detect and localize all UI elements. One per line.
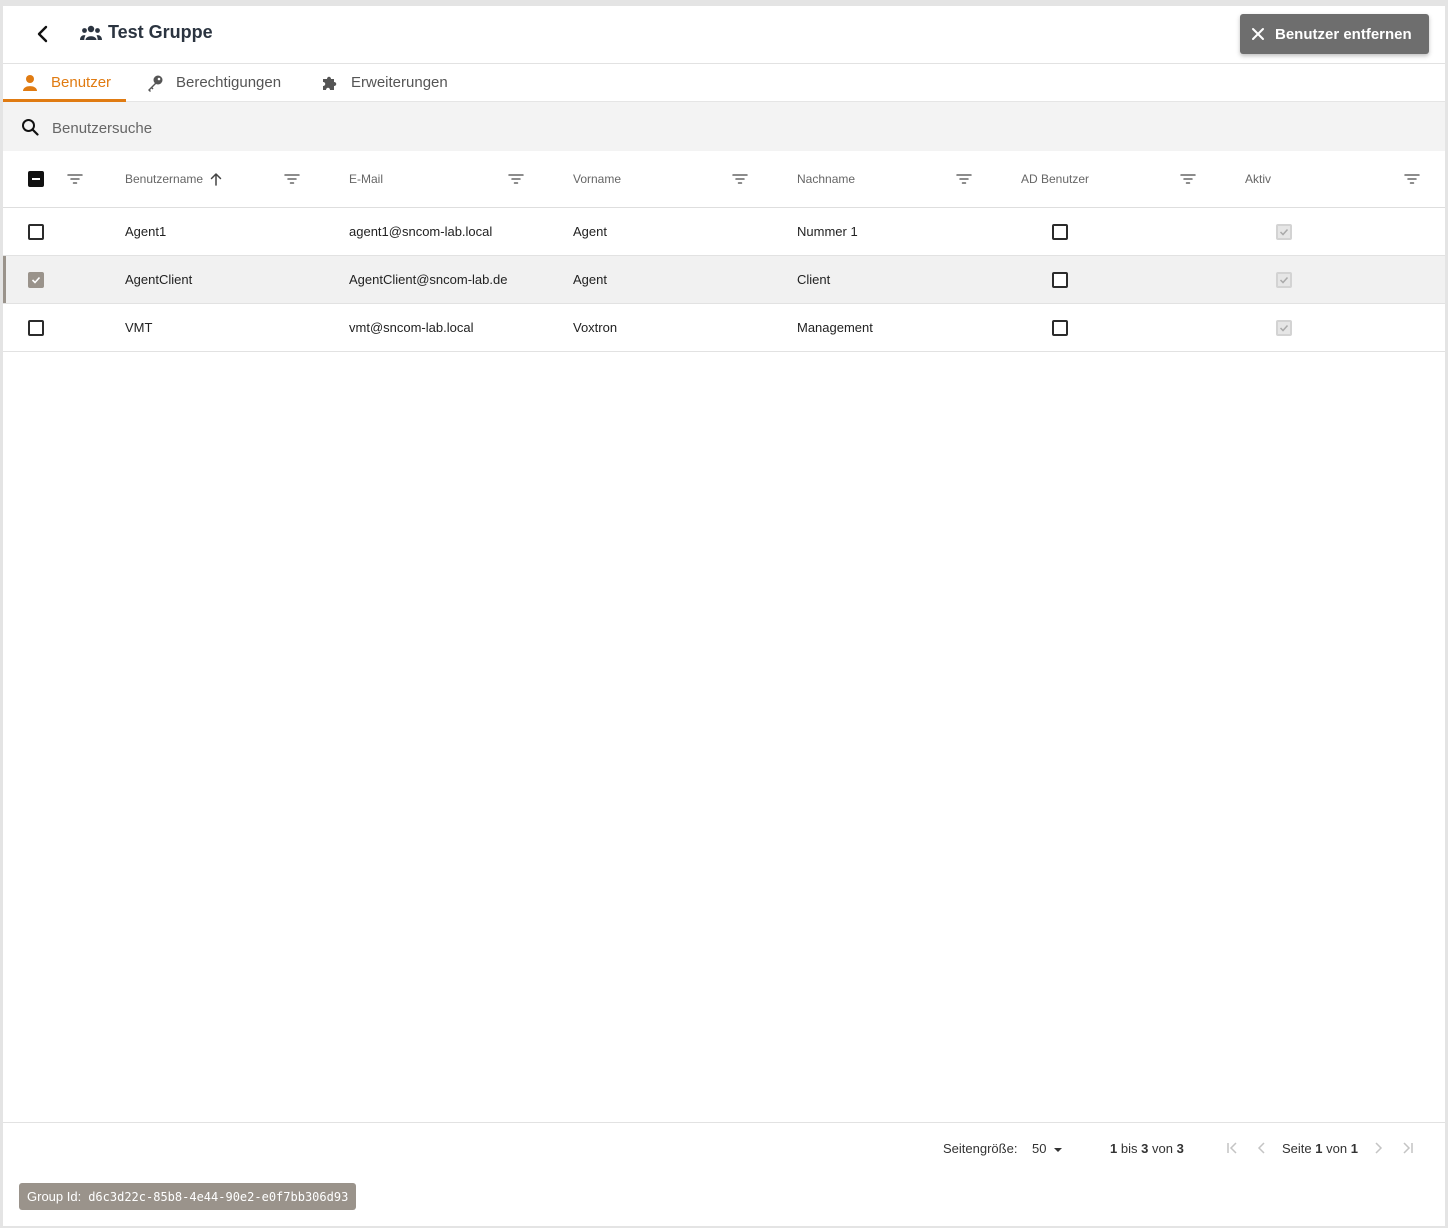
page-current: 1 xyxy=(1315,1141,1323,1156)
pagination-bar: Seitengröße: 50 1 bis 3 von 3 Seite 1 vo… xyxy=(3,1122,1445,1227)
page-label: Seite xyxy=(1282,1141,1312,1156)
column-header-active[interactable]: Aktiv xyxy=(1245,151,1271,207)
page-total: 1 xyxy=(1350,1141,1358,1156)
column-label: Benutzername xyxy=(125,172,204,186)
ad-user-checkbox[interactable] xyxy=(1052,320,1068,336)
range-to: 3 xyxy=(1141,1141,1149,1156)
table-header: Benutzername E-Mail Vorname Nachname AD … xyxy=(3,151,1445,208)
last-page-icon[interactable] xyxy=(1401,1141,1415,1155)
tab-benutzer[interactable]: Benutzer xyxy=(3,64,127,102)
key-icon xyxy=(148,75,163,92)
filter-icon[interactable] xyxy=(508,171,524,187)
tab-bar: Benutzer Berechtigungen Erweiterungen xyxy=(3,64,1445,102)
ad-user-checkbox[interactable] xyxy=(1052,224,1068,240)
row-select-checkbox[interactable] xyxy=(28,320,44,336)
row-select-checkbox[interactable] xyxy=(28,224,44,240)
column-label: Nachname xyxy=(797,172,856,186)
filter-icon[interactable] xyxy=(67,171,83,187)
active-checkbox xyxy=(1276,272,1292,288)
app-frame: Test Gruppe Benutzer entfernen Benutzer … xyxy=(3,6,1445,1226)
cell-email: AgentClient@sncom-lab.de xyxy=(349,272,508,287)
page-size-label: Seitengröße: xyxy=(943,1141,1018,1156)
back-arrow-icon[interactable] xyxy=(31,22,55,46)
first-page-icon[interactable] xyxy=(1225,1141,1239,1155)
select-all-checkbox[interactable] xyxy=(28,171,44,187)
check-icon xyxy=(1279,324,1289,332)
remove-user-label: Benutzer entfernen xyxy=(1275,25,1412,43)
cell-username: VMT xyxy=(125,320,153,335)
range-sep: von xyxy=(1151,1141,1173,1156)
table-row[interactable]: AgentClient AgentClient@sncom-lab.de Age… xyxy=(3,256,1445,304)
active-checkbox xyxy=(1276,224,1292,240)
column-label: Vorname xyxy=(573,172,622,186)
search-icon xyxy=(22,119,39,136)
puzzle-icon xyxy=(323,76,337,90)
page-range: 1 bis 3 von 3 xyxy=(1110,1141,1184,1156)
column-header-ad-user[interactable]: AD Benutzer xyxy=(1021,151,1089,207)
active-checkbox xyxy=(1276,320,1292,336)
cell-email: vmt@sncom-lab.local xyxy=(349,320,474,335)
page-title: Test Gruppe xyxy=(108,22,213,42)
cell-email: agent1@sncom-lab.local xyxy=(349,224,493,239)
filter-icon[interactable] xyxy=(1180,171,1196,187)
cell-lastname: Client xyxy=(797,272,831,287)
cell-firstname: Agent xyxy=(573,224,607,239)
caret-down-icon xyxy=(1054,1147,1063,1152)
previous-page-icon[interactable] xyxy=(1255,1141,1269,1155)
page-indicator: Seite 1 von 1 xyxy=(1282,1141,1358,1156)
column-header-email[interactable]: E-Mail xyxy=(349,151,383,207)
check-icon xyxy=(1279,276,1289,284)
column-header-lastname[interactable]: Nachname xyxy=(797,151,855,207)
group-id-badge: Group Id: d6c3d22c-85b8-4e44-90e2-e0f7bb… xyxy=(19,1183,357,1210)
range-total: 3 xyxy=(1176,1141,1184,1156)
table-row[interactable]: Agent1 agent1@sncom-lab.local Agent Numm… xyxy=(3,208,1445,256)
person-icon xyxy=(23,74,37,91)
check-icon xyxy=(31,276,41,284)
filter-icon[interactable] xyxy=(284,171,300,187)
range-sep: bis xyxy=(1120,1141,1138,1156)
page-size-select[interactable]: 50 xyxy=(1032,1141,1063,1156)
cell-username: AgentClient xyxy=(125,272,193,287)
tab-berechtigungen[interactable]: Berechtigungen xyxy=(146,64,281,101)
page-size-value: 50 xyxy=(1032,1141,1047,1156)
page-of: von xyxy=(1326,1141,1348,1156)
column-header-firstname[interactable]: Vorname xyxy=(573,151,621,207)
table-row[interactable]: VMT vmt@sncom-lab.local Voxtron Manageme… xyxy=(3,304,1445,352)
cell-username: Agent1 xyxy=(125,224,167,239)
group-icon xyxy=(80,25,102,40)
column-label: E-Mail xyxy=(349,172,384,186)
cell-lastname: Nummer 1 xyxy=(797,224,858,239)
ad-user-checkbox[interactable] xyxy=(1052,272,1068,288)
tab-erweiterungen[interactable]: Erweiterungen xyxy=(321,64,448,101)
filter-icon[interactable] xyxy=(956,171,972,187)
row-select-checkbox[interactable] xyxy=(28,272,44,288)
filter-icon[interactable] xyxy=(732,171,748,187)
group-id-value: d6c3d22c-85b8-4e44-90e2-e0f7bb306d93 xyxy=(88,1189,349,1204)
tab-label: Erweiterungen xyxy=(351,74,448,91)
close-icon xyxy=(1252,28,1264,40)
group-id-label: Group Id: xyxy=(27,1189,82,1204)
cell-lastname: Management xyxy=(797,320,873,335)
search-bar xyxy=(3,102,1445,151)
top-bar: Test Gruppe Benutzer entfernen xyxy=(3,6,1445,64)
column-header-username[interactable]: Benutzername xyxy=(125,151,223,207)
cell-firstname: Agent xyxy=(573,272,607,287)
check-icon xyxy=(1279,228,1289,236)
range-from: 1 xyxy=(1110,1141,1118,1156)
search-input[interactable] xyxy=(50,114,654,142)
next-page-icon[interactable] xyxy=(1371,1141,1385,1155)
remove-user-button[interactable]: Benutzer entfernen xyxy=(1240,14,1429,54)
tab-label: Berechtigungen xyxy=(176,74,282,91)
tab-label: Benutzer xyxy=(51,74,112,91)
filter-icon[interactable] xyxy=(1404,171,1420,187)
column-label: Aktiv xyxy=(1245,172,1272,186)
cell-firstname: Voxtron xyxy=(573,320,618,335)
sort-ascending-icon xyxy=(210,173,222,186)
column-label: AD Benutzer xyxy=(1021,172,1090,186)
